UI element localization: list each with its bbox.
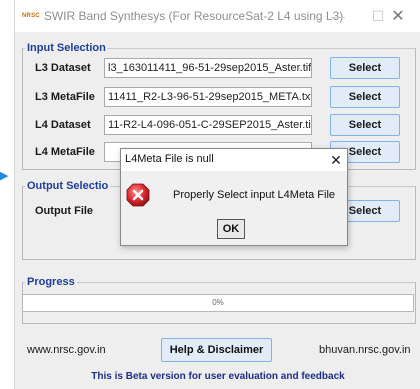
beta-notice: This is Beta version for user evaluation… (91, 371, 345, 382)
dialog-message: Properly Select input L4Meta File (173, 189, 336, 201)
output-selection-legend: Output Selectio (27, 180, 109, 192)
close-button[interactable]: ✕ (375, 0, 420, 32)
dialog-close-button[interactable]: ✕ (326, 150, 346, 170)
l3-dataset-label: L3 Dataset (35, 62, 91, 74)
l3-metafile-field[interactable]: 11411_R2-L3-96-51-29sep2015_META.txt (104, 87, 312, 107)
error-icon (126, 183, 150, 207)
title-bar: NRSC SWIR Band Synthesys (For ResourceSa… (15, 0, 420, 32)
l4-dataset-field[interactable]: 11-R2-L4-096-051-C-29SEP2015_Aster.tif (104, 115, 312, 135)
error-dialog: L4Meta File is null ✕ Properly Select in… (120, 148, 348, 246)
output-file-label: Output File (35, 205, 94, 217)
progress-legend: Progress (27, 276, 75, 288)
l3-metafile-select-button[interactable]: Select (330, 86, 400, 108)
pointer-arrow-icon: ▶ (0, 170, 9, 182)
input-selection-legend: Input Selection (27, 42, 106, 54)
bhuvan-link[interactable]: bhuvan.nrsc.gov.in (319, 344, 411, 356)
progress-bar: 0% (22, 294, 414, 312)
dialog-title-bar: L4Meta File is null ✕ (121, 149, 347, 171)
l3-dataset-select-button[interactable]: Select (330, 57, 400, 79)
window-title: SWIR Band Synthesys (For ResourceSat-2 L… (43, 9, 344, 23)
l3-dataset-field[interactable]: l3_163011411_96-51-29sep2015_Aster.tif (104, 58, 312, 78)
main-window: NRSC SWIR Band Synthesys (For ResourceSa… (14, 0, 420, 389)
ok-button[interactable]: OK (217, 219, 245, 239)
help-disclaimer-button[interactable]: Help & Disclaimer (161, 338, 272, 362)
progress-percent: 0% (212, 298, 224, 307)
app-logo-icon: NRSC (22, 13, 40, 19)
dialog-title: L4Meta File is null (125, 153, 214, 165)
l4-dataset-select-button[interactable]: Select (330, 114, 400, 136)
l4-metafile-label: L4 MetaFile (35, 146, 95, 158)
l3-metafile-label: L3 MetaFile (35, 91, 95, 103)
nrsc-link[interactable]: www.nrsc.gov.in (27, 344, 106, 356)
l4-dataset-label: L4 Dataset (35, 119, 91, 131)
